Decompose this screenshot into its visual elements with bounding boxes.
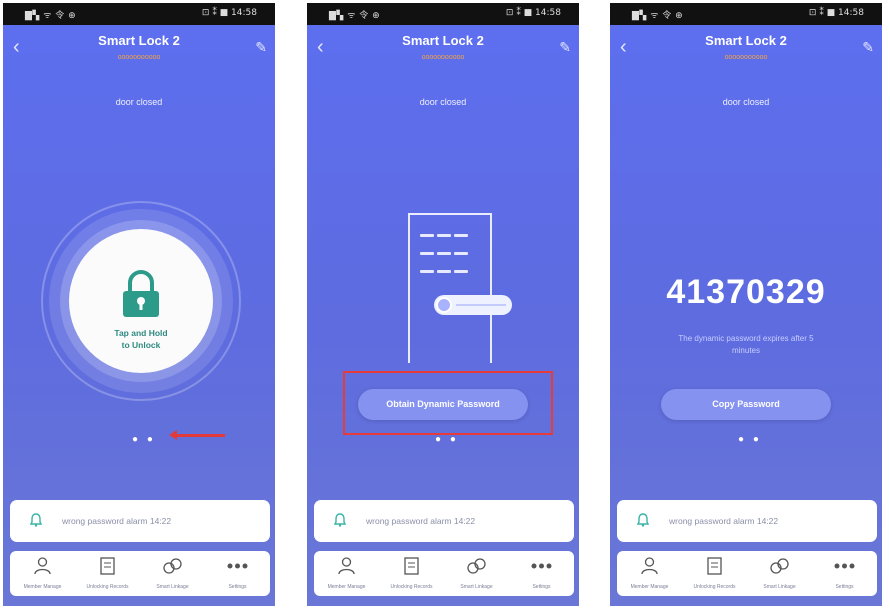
link-icon: [163, 558, 182, 574]
keypad-icon: [420, 233, 480, 287]
bottom-nav: Member Manage Unlocking Records Smart Li…: [314, 551, 574, 596]
nav-member-manage[interactable]: Member Manage: [10, 551, 75, 596]
nav-label: Settings: [228, 584, 247, 590]
expiry-note-line-2: minutes: [731, 346, 760, 355]
alarm-card[interactable]: wrong password alarm 14:22: [314, 500, 574, 542]
alarm-card[interactable]: wrong password alarm 14:22: [617, 500, 877, 542]
nav-member-manage[interactable]: Member Manage: [617, 551, 682, 596]
status-left: ▇▚ ᯤ 令 ⊕: [632, 11, 684, 21]
nav-label: Smart Linkage: [156, 584, 189, 590]
unlock-instruction-line-1: Tap and Hold: [114, 328, 168, 338]
records-icon: [100, 557, 115, 575]
page-subtitle: ooooooooooo: [117, 54, 161, 61]
door-status: door closed: [419, 97, 467, 107]
bottom-nav: Member Manage Unlocking Records Smart Li…: [10, 551, 270, 596]
more-icon: [531, 563, 552, 569]
nav-unlocking-records[interactable]: Unlocking Records: [75, 551, 140, 596]
nav-member-manage[interactable]: Member Manage: [314, 551, 379, 596]
nav-unlocking-records[interactable]: Unlocking Records: [379, 551, 444, 596]
nav-settings[interactable]: Settings: [205, 551, 270, 596]
expiry-note-line-1: The dynamic password expires after 5: [678, 334, 814, 343]
nav-label: Member Manage: [630, 584, 669, 590]
bell-icon: [30, 513, 42, 527]
screen-unlock: ▇▚ ᯤ 令 ⊕ ⊡ ⁑ ■ 14:58 ‹ Smart Lock 2 oooo…: [3, 3, 275, 606]
password-expiry-note: The dynamic password expires after 5 min…: [630, 333, 862, 357]
nav-settings[interactable]: Settings: [509, 551, 574, 596]
bell-icon: [334, 513, 346, 527]
door-handle-icon: [434, 295, 512, 315]
nav-label: Smart Linkage: [460, 584, 493, 590]
person-icon: [641, 557, 658, 575]
copy-password-button[interactable]: Copy Password: [661, 389, 831, 420]
unlock-instruction-line-2: to Unlock: [121, 340, 161, 350]
page-title: Smart Lock 2: [402, 33, 484, 48]
status-left: ▇▚ ᯤ 令 ⊕: [329, 11, 381, 21]
nav-label: Member Manage: [327, 584, 366, 590]
status-left: ▇▚ ᯤ 令 ⊕: [25, 11, 77, 21]
screen-obtain-password: ▇▚ ᯤ 令 ⊕ ⊡ ⁑ ■ 14:58 ‹ Smart Lock 2 oooo…: [307, 3, 579, 606]
door-status: door closed: [722, 97, 770, 107]
status-bar: ▇▚ ᯤ 令 ⊕ ⊡ ⁑ ■ 14:58: [307, 3, 579, 25]
edit-icon[interactable]: ✎: [862, 39, 874, 56]
status-bar: ▇▚ ᯤ 令 ⊕ ⊡ ⁑ ■ 14:58: [3, 3, 275, 25]
link-icon: [770, 558, 789, 574]
status-bar: ▇▚ ᯤ 令 ⊕ ⊡ ⁑ ■ 14:58: [610, 3, 882, 25]
more-icon: [227, 563, 248, 569]
nav-label: Member Manage: [23, 584, 62, 590]
nav-smart-linkage[interactable]: Smart Linkage: [444, 551, 509, 596]
alarm-text: wrong password alarm 14:22: [366, 516, 476, 526]
nav-unlocking-records[interactable]: Unlocking Records: [682, 551, 747, 596]
alarm-text: wrong password alarm 14:22: [669, 516, 779, 526]
red-arrow-annotation: [169, 430, 225, 440]
bottom-nav: Member Manage Unlocking Records Smart Li…: [617, 551, 877, 596]
person-icon: [338, 557, 355, 575]
obtain-dynamic-password-button[interactable]: Obtain Dynamic Password: [358, 389, 528, 420]
nav-smart-linkage[interactable]: Smart Linkage: [140, 551, 205, 596]
door-lock-illustration: [408, 213, 512, 363]
page-subtitle: ooooooooooo: [421, 54, 465, 61]
records-icon: [404, 557, 419, 575]
nav-label: Unlocking Records: [390, 584, 433, 590]
nav-label: Unlocking Records: [86, 584, 129, 590]
status-right: ⊡ ⁑ ■ 14:58: [808, 8, 864, 18]
records-icon: [707, 557, 722, 575]
page-title: Smart Lock 2: [705, 33, 787, 48]
status-right: ⊡ ⁑ ■ 14:58: [505, 8, 561, 18]
nav-label: Settings: [532, 584, 551, 590]
page-indicator: ● ●: [738, 434, 762, 445]
dynamic-password: 41370329: [666, 273, 826, 311]
page-title: Smart Lock 2: [98, 33, 180, 48]
nav-smart-linkage[interactable]: Smart Linkage: [747, 551, 812, 596]
more-icon: [834, 563, 855, 569]
nav-label: Smart Linkage: [763, 584, 796, 590]
lock-icon: [123, 270, 159, 317]
door-status: door closed: [115, 97, 163, 107]
alarm-text: wrong password alarm 14:22: [62, 516, 172, 526]
page-indicator: ● ●: [132, 434, 156, 445]
person-icon: [34, 557, 51, 575]
status-right: ⊡ ⁑ ■ 14:58: [201, 8, 257, 18]
nav-label: Settings: [835, 584, 854, 590]
edit-icon[interactable]: ✎: [255, 39, 267, 56]
unlock-button[interactable]: Tap and Hold to Unlock: [69, 229, 213, 373]
bell-icon: [637, 513, 649, 527]
screen-dynamic-password: ▇▚ ᯤ 令 ⊕ ⊡ ⁑ ■ 14:58 ‹ Smart Lock 2 oooo…: [610, 3, 882, 606]
page-subtitle: ooooooooooo: [724, 54, 768, 61]
unlock-instruction: Tap and Hold to Unlock: [69, 327, 213, 351]
alarm-card[interactable]: wrong password alarm 14:22: [10, 500, 270, 542]
page-indicator: ● ●: [435, 434, 459, 445]
nav-settings[interactable]: Settings: [812, 551, 877, 596]
nav-label: Unlocking Records: [693, 584, 736, 590]
link-icon: [467, 558, 486, 574]
edit-icon[interactable]: ✎: [559, 39, 571, 56]
